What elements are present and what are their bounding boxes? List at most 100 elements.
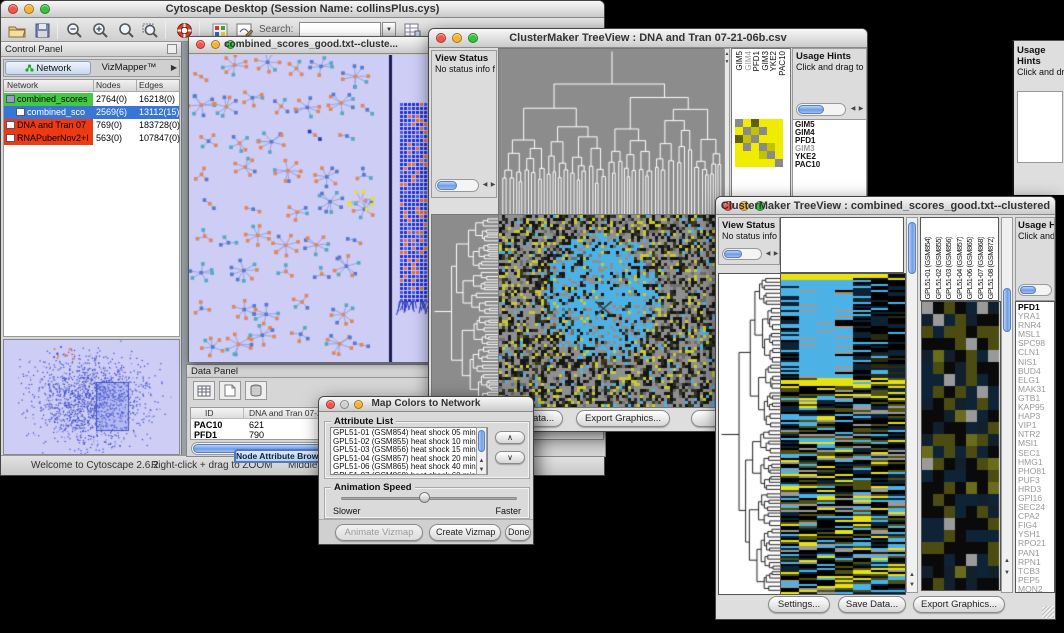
matrix-cell[interactable] <box>743 159 751 167</box>
col-network[interactable]: Network <box>7 80 38 90</box>
tab-network[interactable]: Network <box>5 61 91 75</box>
resize-grip[interactable] <box>1042 606 1054 618</box>
matrix-cell[interactable] <box>743 151 751 159</box>
view-status-hscrollbar[interactable] <box>435 179 479 192</box>
matrix-cell[interactable] <box>759 127 767 135</box>
zoom-out-icon[interactable] <box>63 21 85 40</box>
tv2-zoom-heatmap[interactable] <box>921 301 1001 591</box>
tv1-column-dendrogram[interactable] <box>498 48 725 216</box>
matrix-cell[interactable] <box>775 119 783 127</box>
tv2-column-label[interactable]: GPL51-02 (GSM855) <box>934 219 945 299</box>
matrix-cell[interactable] <box>735 159 743 167</box>
scroll-up-icon[interactable]: ▲ <box>477 458 486 465</box>
move-up-button[interactable]: ∧ <box>495 431 525 444</box>
zoom-fit-icon[interactable] <box>115 21 137 40</box>
matrix-cell[interactable] <box>751 159 759 167</box>
matrix-cell[interactable] <box>775 135 783 143</box>
matrix-cell[interactable] <box>759 151 767 159</box>
col-edges[interactable]: Edges <box>139 80 163 90</box>
done-button[interactable]: Done <box>505 524 531 541</box>
tv2-column-label[interactable]: GPL51-04 (GSM857) <box>955 219 966 299</box>
matrix-cell[interactable] <box>767 143 775 151</box>
open-session-icon[interactable] <box>6 21 28 40</box>
speed-slider-thumb[interactable] <box>419 492 430 503</box>
delete-attribute-icon[interactable] <box>245 381 267 400</box>
export-graphics-button[interactable]: Export Graphics... <box>913 596 1005 613</box>
matrix-cell[interactable] <box>743 143 751 151</box>
matrix-cell[interactable] <box>775 127 783 135</box>
network-table-row[interactable]: DNA and Tran 07769(0)183728(0) <box>4 119 179 132</box>
gene-list-item[interactable]: MON2 <box>1018 585 1054 593</box>
tv2-zoom-vscrollbar[interactable]: ▲ ▼ <box>1001 217 1013 593</box>
network-table-row[interactable]: combined_scores2764(0)16218(0) <box>4 93 179 106</box>
matrix-cell[interactable] <box>759 143 767 151</box>
usage-hints-hscrollbar[interactable] <box>1018 284 1052 296</box>
tv1-zoom-heatmap[interactable] <box>735 119 783 167</box>
network-table-row[interactable]: RNAPuberNov2+I563(0)107847(0) <box>4 132 179 145</box>
matrix-cell[interactable] <box>735 143 743 151</box>
matrix-cell[interactable] <box>751 143 759 151</box>
matrix-cell[interactable] <box>775 143 783 151</box>
scroll-down-icon[interactable]: ▼ <box>477 467 486 474</box>
tv2-main-vscrollbar[interactable]: ▲ ▼ <box>906 217 918 593</box>
matrix-cell[interactable] <box>735 135 743 143</box>
matrix-cell[interactable] <box>751 151 759 159</box>
network-table-row[interactable]: combined_sco2569(6)13112(15) <box>4 106 179 119</box>
matrix-cell[interactable] <box>767 135 775 143</box>
matrix-cell[interactable] <box>775 159 783 167</box>
matrix-cell[interactable] <box>735 127 743 135</box>
matrix-cell[interactable] <box>767 151 775 159</box>
matrix-cell[interactable] <box>767 159 775 167</box>
matrix-cell[interactable] <box>759 159 767 167</box>
col-nodes[interactable]: Nodes <box>96 80 121 90</box>
matrix-cell[interactable] <box>759 119 767 127</box>
search-input[interactable] <box>299 22 381 37</box>
network-canvas[interactable] <box>189 55 433 362</box>
table-mode-icon[interactable] <box>193 381 215 400</box>
tv2-column-label[interactable]: GPL51-03 (GSM856) <box>944 219 955 299</box>
tv1-splitter[interactable]: ▲ ▼ <box>724 48 730 214</box>
scroll-up-icon[interactable]: ▲ <box>907 572 917 579</box>
main-titlebar[interactable]: Cytoscape Desktop (Session Name: collins… <box>1 1 604 18</box>
matrix-cell[interactable] <box>767 127 775 135</box>
tab-vizmapper[interactable]: VizMapper™ <box>94 61 164 75</box>
matrix-cell[interactable] <box>735 119 743 127</box>
tv1-column-label[interactable]: GIM4 <box>744 51 753 113</box>
network-overview[interactable] <box>3 339 180 455</box>
matrix-cell[interactable] <box>751 135 759 143</box>
matrix-cell[interactable] <box>751 119 759 127</box>
tv1-row-label[interactable]: PAC10 <box>795 161 866 169</box>
tv2-column-label[interactable]: GPL51-08 (GSM872) <box>986 219 997 299</box>
tv1-column-label[interactable]: GIM3 <box>761 51 770 113</box>
tv2-column-label[interactable]: GPL51-06 (GSM865) <box>965 219 976 299</box>
tv1-column-label[interactable]: GIM5 <box>735 51 744 113</box>
tv1-column-label[interactable]: YKE2 <box>769 51 778 113</box>
matrix-cell[interactable] <box>751 127 759 135</box>
attribute-list-vscrollbar[interactable]: ▲ ▼ <box>476 427 487 475</box>
matrix-cell[interactable] <box>775 151 783 159</box>
tv2-column-label[interactable]: GPL51-07 (GSM868) <box>976 219 987 299</box>
animate-vizmap-button[interactable]: Animate Vizmap <box>335 524 423 541</box>
dp-col-id[interactable]: ID <box>205 408 214 418</box>
scroll-up-icon[interactable]: ▲ <box>1002 558 1012 565</box>
scroll-down-icon[interactable]: ▼ <box>1002 570 1012 577</box>
scroll-right-icon[interactable]: ▶ <box>488 182 498 189</box>
matrix-cell[interactable] <box>743 127 751 135</box>
settings-button[interactable]: Settings... <box>768 596 830 613</box>
usage-hints-hscrollbar[interactable] <box>796 103 846 116</box>
matrix-cell[interactable] <box>767 119 775 127</box>
scroll-down-icon[interactable]: ▼ <box>907 582 917 589</box>
float-panel-icon[interactable] <box>167 44 177 54</box>
tv1-column-label[interactable]: PFD1 <box>752 51 761 113</box>
attribute-list[interactable]: GPL51-01 (GSM854) heat shock 05 minGPL51… <box>330 427 488 475</box>
save-session-icon[interactable] <box>31 21 53 40</box>
attribute-list-item[interactable]: GPL51-07 (GSM868) heat shock 60 min <box>333 472 487 476</box>
matrix-cell[interactable] <box>735 151 743 159</box>
tv2-column-label[interactable]: GPL51-01 (GSM854) <box>923 219 934 299</box>
matrix-cell[interactable] <box>759 135 767 143</box>
tv1-row-dendrogram[interactable] <box>431 214 500 408</box>
search-dropdown-icon[interactable]: ▼ <box>382 22 396 37</box>
tv1-heatmap[interactable] <box>498 214 725 408</box>
export-graphics-button[interactable]: Export Graphics... <box>576 410 670 427</box>
scroll-right-icon[interactable]: ▶ <box>856 106 866 113</box>
